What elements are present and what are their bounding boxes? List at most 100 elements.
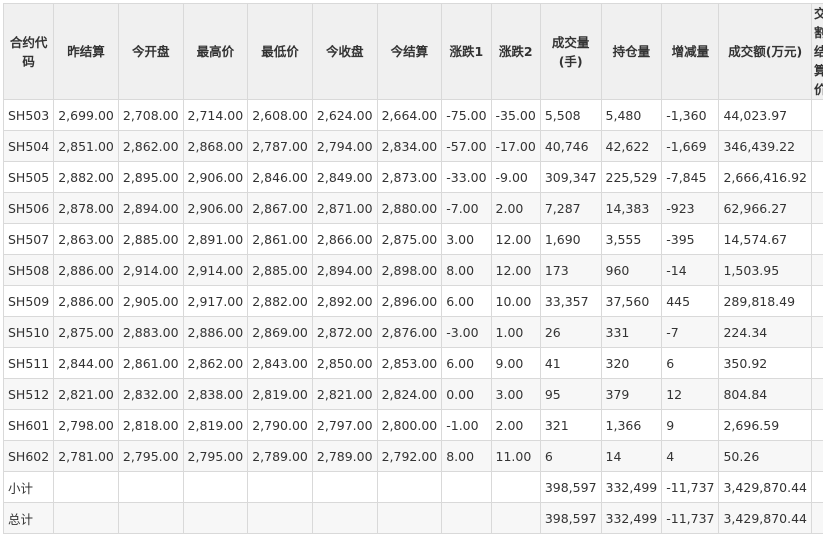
cell-contract-code: SH510 xyxy=(4,317,54,348)
cell-change-2: -35.00 xyxy=(491,100,540,131)
cell-open-interest: 1,366 xyxy=(601,410,662,441)
table-row: SH5062,878.002,894.002,906.002,867.002,8… xyxy=(4,193,823,224)
header-change-2: 涨跌2 xyxy=(491,4,540,100)
cell-delivery-settlement xyxy=(811,255,823,286)
cell-prev-settlement: 2,699.00 xyxy=(54,100,119,131)
cell-high: 2,906.00 xyxy=(183,193,248,224)
cell-delivery-settlement xyxy=(811,441,823,472)
cell-open xyxy=(118,503,183,534)
table-row: SH5092,886.002,905.002,917.002,882.002,8… xyxy=(4,286,823,317)
cell-low: 2,846.00 xyxy=(248,162,313,193)
cell-open-interest: 331 xyxy=(601,317,662,348)
header-row: 合约代码 昨结算 今开盘 最高价 最低价 今收盘 今结算 涨跌1 涨跌2 成交量… xyxy=(4,4,823,100)
cell-low: 2,819.00 xyxy=(248,379,313,410)
header-high: 最高价 xyxy=(183,4,248,100)
cell-high xyxy=(183,503,248,534)
cell-change-1: -75.00 xyxy=(442,100,491,131)
cell-volume: 41 xyxy=(540,348,601,379)
cell-low xyxy=(248,472,313,503)
cell-oi-change: -11,737 xyxy=(662,472,719,503)
cell-turnover: 3,429,870.44 xyxy=(719,503,812,534)
cell-settlement xyxy=(377,472,442,503)
cell-turnover: 3,429,870.44 xyxy=(719,472,812,503)
cell-contract-code: SH506 xyxy=(4,193,54,224)
cell-change-2: 2.00 xyxy=(491,410,540,441)
cell-contract-code: SH505 xyxy=(4,162,54,193)
cell-low: 2,861.00 xyxy=(248,224,313,255)
cell-high xyxy=(183,472,248,503)
cell-delivery-settlement xyxy=(811,100,823,131)
cell-prev-settlement xyxy=(54,503,119,534)
cell-open: 2,795.00 xyxy=(118,441,183,472)
cell-prev-settlement: 2,798.00 xyxy=(54,410,119,441)
cell-change-2: 12.00 xyxy=(491,224,540,255)
cell-contract-code: 总计 xyxy=(4,503,54,534)
cell-change-1 xyxy=(442,472,491,503)
cell-high: 2,868.00 xyxy=(183,131,248,162)
cell-low: 2,608.00 xyxy=(248,100,313,131)
header-close: 今收盘 xyxy=(312,4,377,100)
cell-prev-settlement: 2,875.00 xyxy=(54,317,119,348)
cell-high: 2,838.00 xyxy=(183,379,248,410)
cell-close: 2,894.00 xyxy=(312,255,377,286)
cell-open-interest: 225,529 xyxy=(601,162,662,193)
cell-turnover: 44,023.97 xyxy=(719,100,812,131)
cell-open-interest: 14,383 xyxy=(601,193,662,224)
header-change-1: 涨跌1 xyxy=(442,4,491,100)
cell-oi-change: 9 xyxy=(662,410,719,441)
cell-turnover: 2,696.59 xyxy=(719,410,812,441)
cell-volume: 5,508 xyxy=(540,100,601,131)
cell-open-interest: 960 xyxy=(601,255,662,286)
table-row: 小计398,597332,499-11,7373,429,870.44 xyxy=(4,472,823,503)
cell-open-interest: 37,560 xyxy=(601,286,662,317)
cell-low xyxy=(248,503,313,534)
cell-oi-change: 12 xyxy=(662,379,719,410)
cell-oi-change: -14 xyxy=(662,255,719,286)
cell-change-1: -3.00 xyxy=(442,317,491,348)
cell-settlement xyxy=(377,503,442,534)
header-volume: 成交量(手) xyxy=(540,4,601,100)
cell-settlement: 2,824.00 xyxy=(377,379,442,410)
cell-open: 2,914.00 xyxy=(118,255,183,286)
cell-change-1: -1.00 xyxy=(442,410,491,441)
cell-prev-settlement: 2,882.00 xyxy=(54,162,119,193)
cell-change-2: 9.00 xyxy=(491,348,540,379)
cell-prev-settlement: 2,851.00 xyxy=(54,131,119,162)
cell-change-1: -57.00 xyxy=(442,131,491,162)
cell-change-2: -17.00 xyxy=(491,131,540,162)
cell-volume: 6 xyxy=(540,441,601,472)
cell-volume: 321 xyxy=(540,410,601,441)
cell-settlement: 2,834.00 xyxy=(377,131,442,162)
cell-high: 2,917.00 xyxy=(183,286,248,317)
cell-high: 2,819.00 xyxy=(183,410,248,441)
cell-delivery-settlement xyxy=(811,131,823,162)
table-row: SH5032,699.002,708.002,714.002,608.002,6… xyxy=(4,100,823,131)
cell-contract-code: SH503 xyxy=(4,100,54,131)
cell-prev-settlement: 2,863.00 xyxy=(54,224,119,255)
cell-high: 2,886.00 xyxy=(183,317,248,348)
cell-settlement: 2,880.00 xyxy=(377,193,442,224)
cell-settlement: 2,792.00 xyxy=(377,441,442,472)
cell-open-interest: 379 xyxy=(601,379,662,410)
cell-open: 2,894.00 xyxy=(118,193,183,224)
cell-contract-code: SH509 xyxy=(4,286,54,317)
cell-contract-code: SH508 xyxy=(4,255,54,286)
cell-change-1: 6.00 xyxy=(442,286,491,317)
cell-settlement: 2,896.00 xyxy=(377,286,442,317)
cell-change-2: 12.00 xyxy=(491,255,540,286)
cell-turnover: 1,503.95 xyxy=(719,255,812,286)
cell-close: 2,866.00 xyxy=(312,224,377,255)
futures-quote-table: 合约代码 昨结算 今开盘 最高价 最低价 今收盘 今结算 涨跌1 涨跌2 成交量… xyxy=(3,3,823,534)
cell-delivery-settlement xyxy=(811,162,823,193)
cell-contract-code: SH511 xyxy=(4,348,54,379)
cell-low: 2,867.00 xyxy=(248,193,313,224)
table-row: SH5072,863.002,885.002,891.002,861.002,8… xyxy=(4,224,823,255)
header-contract-code: 合约代码 xyxy=(4,4,54,100)
cell-close: 2,797.00 xyxy=(312,410,377,441)
table-row: SH5082,886.002,914.002,914.002,885.002,8… xyxy=(4,255,823,286)
cell-change-1: 0.00 xyxy=(442,379,491,410)
table-row: SH5052,882.002,895.002,906.002,846.002,8… xyxy=(4,162,823,193)
cell-turnover: 346,439.22 xyxy=(719,131,812,162)
cell-turnover: 62,966.27 xyxy=(719,193,812,224)
cell-change-1: 3.00 xyxy=(442,224,491,255)
